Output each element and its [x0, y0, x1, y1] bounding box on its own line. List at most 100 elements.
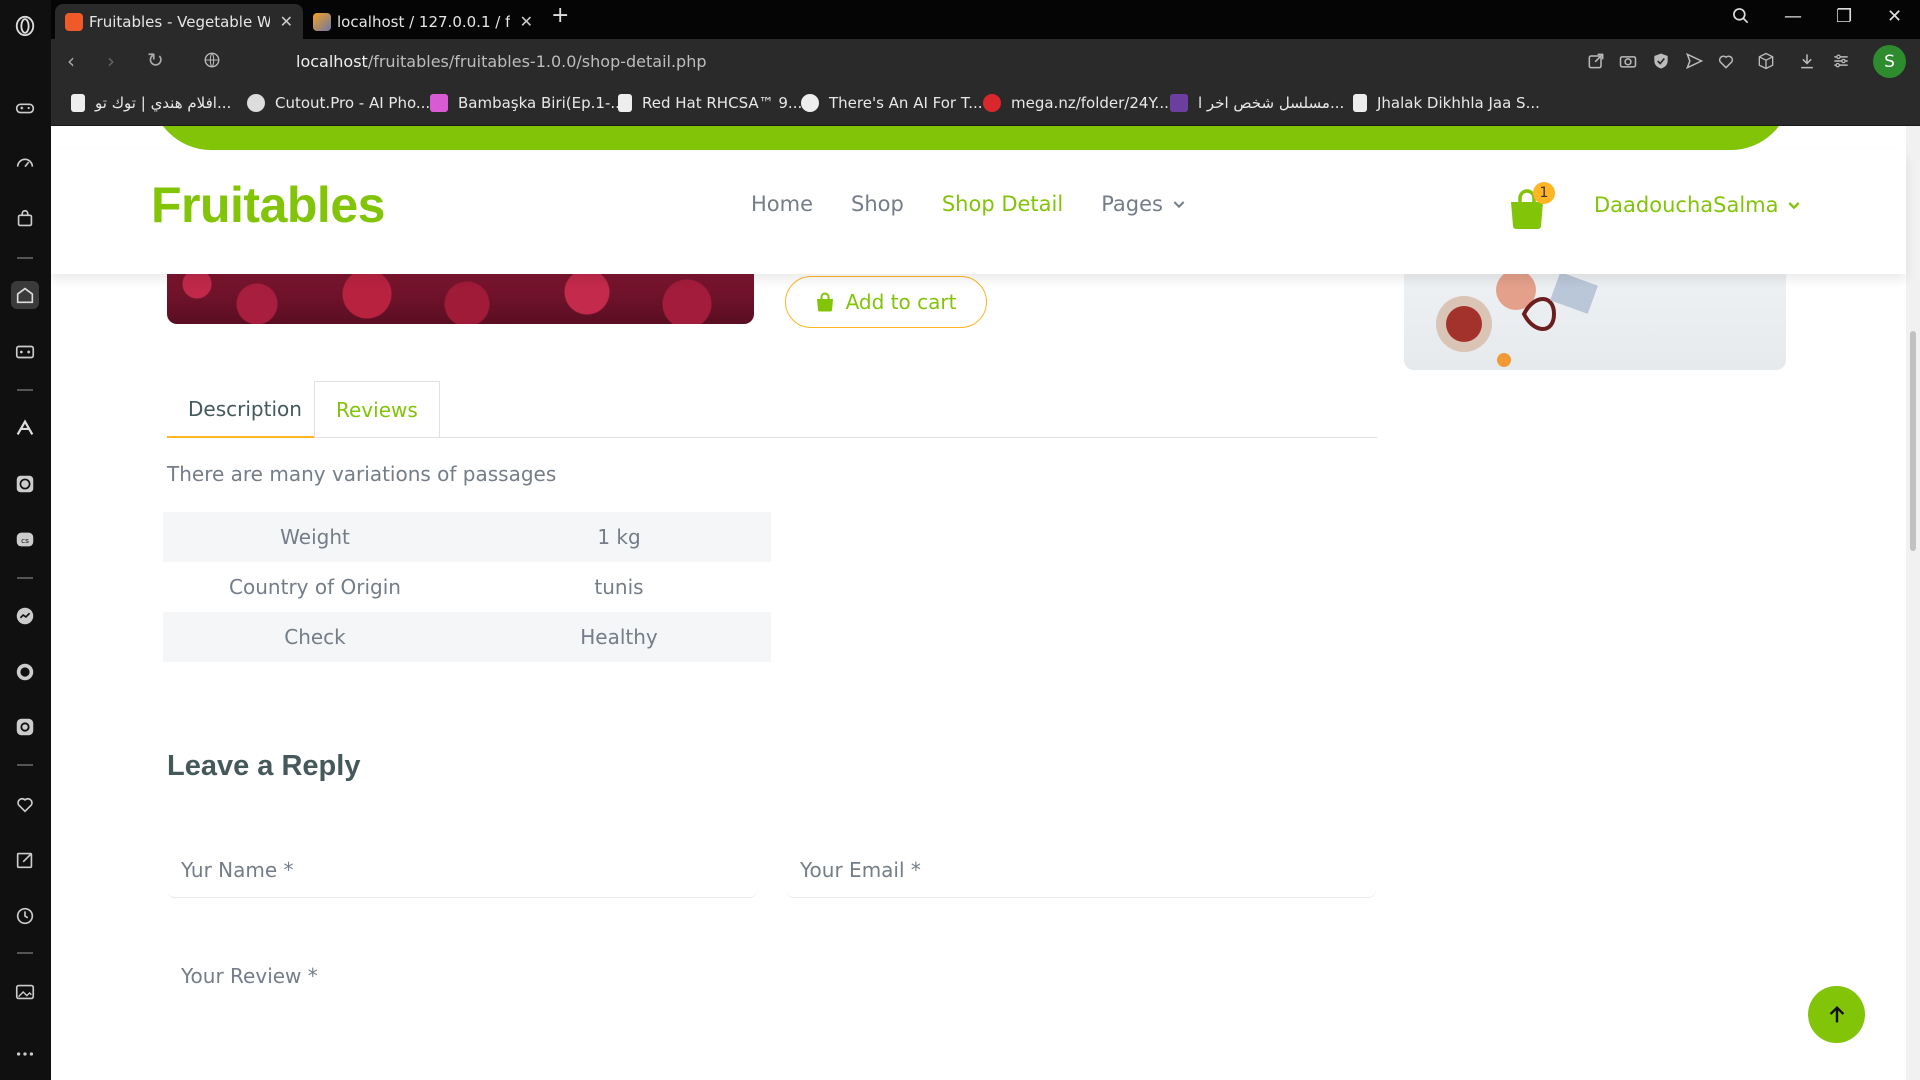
reply-heading: Leave a Reply	[167, 750, 361, 782]
bookmark-item[interactable]: Red Hat RHCSA™ 9...	[618, 94, 802, 112]
history-icon[interactable]	[11, 902, 39, 930]
restore-icon[interactable]: ❐	[1836, 6, 1852, 27]
spec-value: tunis	[594, 575, 644, 599]
more-icon[interactable]	[11, 1040, 39, 1068]
game-controller-icon[interactable]	[11, 338, 39, 366]
shopping-bag-icon	[816, 292, 833, 312]
tab-phpmyadmin[interactable]: localhost / 127.0.0.1 / fruitables ✕	[303, 4, 543, 39]
arrow-up-icon	[1829, 1005, 1844, 1022]
speed-dial-icon[interactable]	[11, 149, 39, 177]
instagram-icon[interactable]	[11, 713, 39, 741]
extensions-cube-icon[interactable]	[1756, 51, 1776, 71]
forward-icon[interactable]: ›	[107, 49, 115, 73]
adblock-shield-icon[interactable]	[1651, 51, 1671, 71]
flex-arm-icon	[801, 94, 819, 112]
product-image	[167, 274, 754, 324]
spec-label: Country of Origin	[229, 575, 401, 599]
gamepad-icon[interactable]	[11, 94, 39, 122]
url-field[interactable]: localhost/fruitables/fruitables-1.0.0/sh…	[296, 52, 707, 71]
bookmark-item[interactable]: Jhalak Dikhhla Jaa S...	[1353, 94, 1540, 112]
send-icon[interactable]	[1684, 51, 1704, 71]
gallery-icon[interactable]	[11, 978, 39, 1006]
chevron-down-icon	[1173, 201, 1185, 209]
search-tabs-icon[interactable]	[1731, 6, 1751, 31]
scrollbar-thumb[interactable]	[1910, 331, 1916, 551]
profile-avatar[interactable]: S	[1873, 45, 1906, 78]
site-info-icon[interactable]	[203, 50, 221, 74]
heart-icon[interactable]	[11, 790, 39, 818]
close-tab-icon[interactable]: ✕	[280, 12, 293, 31]
nav-pages-label: Pages	[1101, 192, 1163, 216]
top-green-strip	[151, 126, 1791, 150]
spec-label: Check	[284, 625, 346, 649]
new-tab-icon[interactable]: +	[551, 3, 569, 28]
table-row: Country of Origin tunis	[163, 562, 771, 612]
tab-fruitables[interactable]: Fruitables - Vegetable Website ✕	[55, 4, 303, 39]
user-menu[interactable]: DaadouchaSalma	[1594, 193, 1802, 217]
aria-icon[interactable]	[11, 414, 39, 442]
phpmyadmin-favicon-icon	[313, 12, 331, 31]
arabic-site-icon	[1170, 94, 1188, 112]
sidebar-banner-image	[1404, 274, 1786, 370]
page-icon	[1353, 94, 1367, 112]
url-host: localhost	[296, 52, 368, 71]
review-textarea[interactable]: Your Review *	[167, 952, 1377, 1072]
nav-home[interactable]: Home	[751, 192, 813, 216]
page-viewport: Fruitables Home Shop Shop Detail Pages 1…	[51, 126, 1920, 1080]
cart-button[interactable]: 1	[1507, 182, 1555, 230]
chatsonic-icon[interactable]: cs	[11, 526, 39, 554]
close-tab-icon[interactable]: ✕	[520, 12, 533, 31]
product-specs-table: Weight 1 kg Country of Origin tunis Chec…	[163, 512, 771, 662]
reload-icon[interactable]: ↻	[147, 48, 164, 72]
chatgpt-icon[interactable]	[11, 470, 39, 498]
bookmark-item[interactable]: mega.nz/folder/24Y...	[983, 94, 1169, 112]
url-path: /fruitables/fruitables-1.0.0/shop-detail…	[367, 52, 707, 71]
bookmark-item[interactable]: مسلسل شخص اخر ا...	[1170, 94, 1344, 112]
sidebar-divider	[17, 764, 33, 766]
bookmark-item[interactable]: There's An AI For T...	[801, 94, 983, 112]
name-field[interactable]: Yur Name *	[167, 846, 757, 898]
address-bar: ‹ › ↻ localhost/fruitables/fruitables-1.…	[51, 39, 1920, 84]
product-description: There are many variations of passages	[167, 462, 557, 486]
easy-setup-icon[interactable]	[1831, 51, 1851, 71]
svg-text:cs: cs	[21, 536, 29, 545]
bookmark-item[interactable]: Bambaşka Biri(Ep.1-...	[430, 94, 625, 112]
brand-logo[interactable]: Fruitables	[151, 176, 385, 234]
tab-title: localhost / 127.0.0.1 / fruitables	[337, 12, 510, 31]
tab-title: Fruitables - Vegetable Website	[89, 12, 270, 31]
back-to-top-button[interactable]	[1808, 986, 1865, 1043]
tab-reviews[interactable]: Reviews	[314, 381, 440, 438]
whatsapp-icon[interactable]	[11, 658, 39, 686]
table-row: Weight 1 kg	[163, 512, 771, 562]
main-nav: Home Shop Shop Detail Pages	[751, 192, 1187, 216]
download-icon[interactable]	[1797, 51, 1817, 71]
bookmark-item[interactable]: افلام هندي | توك تو...	[71, 94, 231, 112]
nav-pages[interactable]: Pages	[1101, 192, 1187, 216]
browser-sidebar: cs	[0, 0, 51, 1080]
email-field[interactable]: Your Email *	[786, 846, 1376, 898]
opera-logo-icon[interactable]	[11, 12, 39, 40]
spec-label: Weight	[280, 525, 350, 549]
sidebar-divider	[17, 952, 33, 954]
mega-icon	[983, 94, 1001, 112]
snapshot-icon[interactable]	[1618, 51, 1638, 71]
share-icon[interactable]	[1586, 51, 1606, 71]
table-row: Check Healthy	[163, 612, 771, 662]
bookmark-heart-icon[interactable]	[1716, 51, 1736, 71]
tab-description[interactable]: Description	[167, 381, 314, 438]
edit-icon[interactable]	[11, 846, 39, 874]
bookmark-item[interactable]: Cutout.Pro - AI Pho...	[247, 94, 430, 112]
sidebar-divider	[17, 257, 33, 259]
bag-icon[interactable]	[11, 205, 39, 233]
series-site-icon	[430, 94, 448, 112]
page-scrollbar[interactable]	[1906, 126, 1920, 1080]
back-icon[interactable]: ‹	[67, 49, 75, 73]
messenger-icon[interactable]	[11, 602, 39, 630]
home-icon[interactable]	[11, 281, 39, 309]
close-window-icon[interactable]: ✕	[1887, 6, 1902, 27]
minimize-icon[interactable]: —	[1784, 6, 1802, 27]
nav-shop[interactable]: Shop	[851, 192, 904, 216]
add-to-cart-button[interactable]: Add to cart	[785, 276, 987, 328]
nav-shop-detail[interactable]: Shop Detail	[942, 192, 1063, 216]
page-icon	[71, 94, 85, 112]
